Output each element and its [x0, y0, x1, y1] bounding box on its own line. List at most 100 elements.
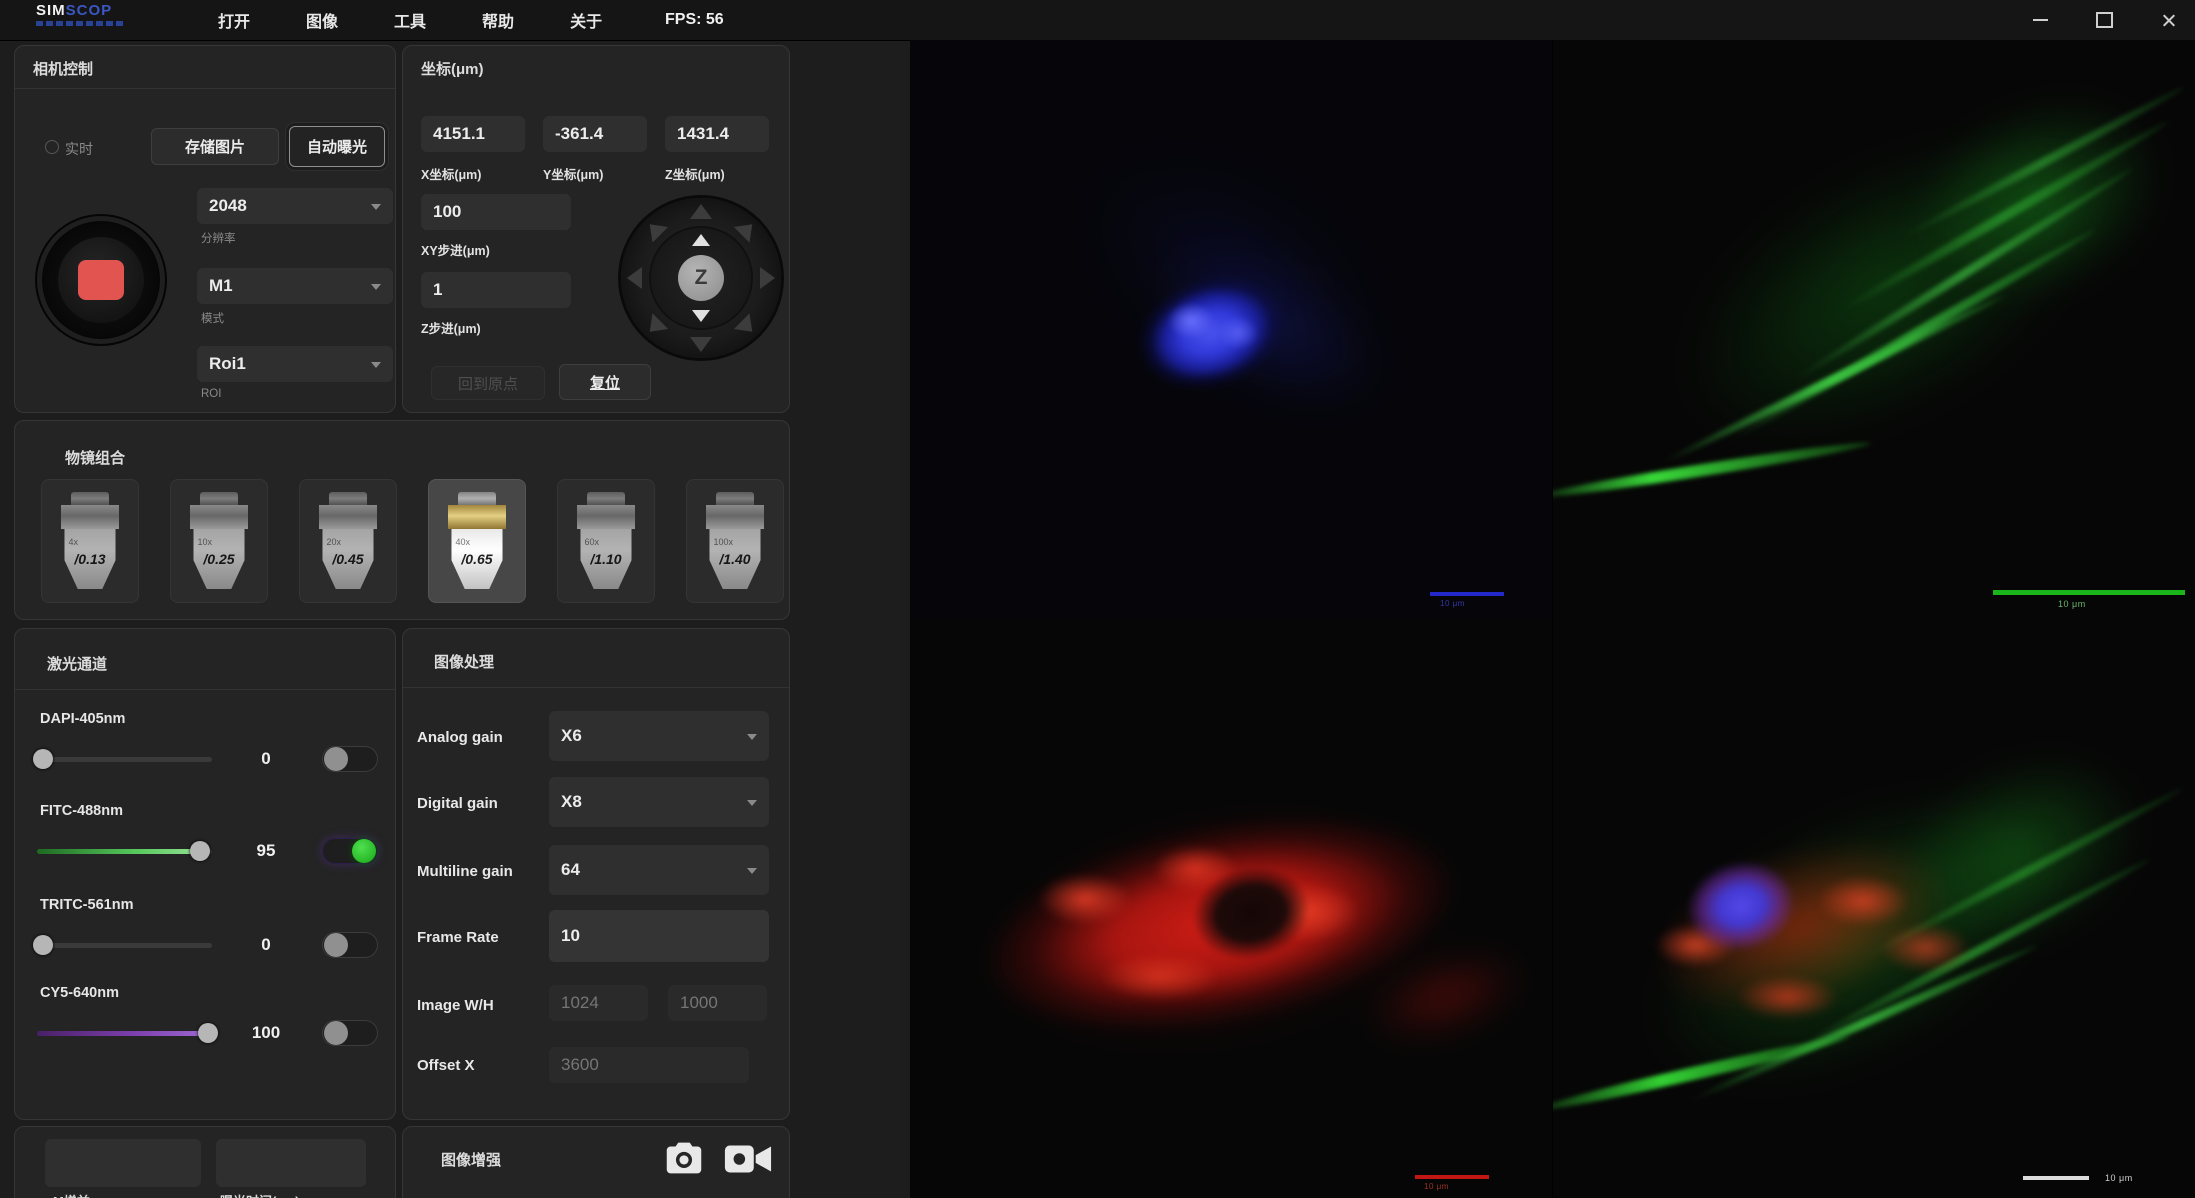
xy-step-label: XY步进(μm): [421, 240, 490, 259]
multiline-gain-dropdown[interactable]: 64: [549, 845, 769, 895]
record-stop-button[interactable]: [37, 216, 165, 344]
fps-indicator: FPS: 56: [665, 0, 724, 40]
objectives-panel: 物镜组合 4x/0.13 10x/0.25 20x/0.45 40x/0.65 …: [14, 420, 790, 620]
logo-text-scop: SCOP: [66, 2, 113, 19]
live-image-viewer: 10 μm 10 μm 10 μm: [910, 40, 2195, 1198]
digital-gain-dropdown[interactable]: X8: [549, 777, 769, 827]
joystick-z-knob[interactable]: Z: [678, 255, 724, 301]
z-down-icon[interactable]: [692, 310, 710, 322]
stage-joystick[interactable]: Z: [621, 198, 781, 358]
offset-x-input[interactable]: 3600: [549, 1047, 749, 1083]
image-height-input[interactable]: 1000: [668, 985, 767, 1021]
roi-dropdown[interactable]: Roi1: [197, 346, 393, 382]
live-radio[interactable]: [45, 140, 59, 154]
stage-panel: 坐标(μm) 4151.1 -361.4 1431.4 X坐标(μm) Y坐标(…: [402, 45, 790, 413]
exposure-time-input[interactable]: [216, 1139, 366, 1187]
joystick-downright-icon[interactable]: [734, 313, 760, 339]
m-gain-input[interactable]: [45, 1139, 201, 1187]
frame-rate-input[interactable]: 10: [549, 910, 769, 962]
toggle-knob: [352, 839, 376, 863]
fitc-scalebar: [1993, 590, 2185, 595]
tritc-slider-thumb[interactable]: [33, 935, 53, 955]
fitc-scalebar-label: 10 μm: [2058, 599, 2086, 609]
joystick-upright-icon[interactable]: [734, 216, 760, 242]
store-image-button[interactable]: 存储图片: [151, 128, 279, 165]
fitc-slider-thumb[interactable]: [190, 841, 210, 861]
auto-exposure-button[interactable]: 自动曝光: [289, 126, 385, 167]
mode-dropdown[interactable]: M1: [197, 268, 393, 304]
resolution-label: 分辨率: [201, 230, 236, 246]
dapi-channel-view: 10 μm: [910, 40, 1552, 619]
camera-icon[interactable]: [661, 1135, 707, 1181]
dapi-slider[interactable]: [37, 757, 212, 762]
app-window: SIMSCOP 打开 图像 工具 帮助 关于 FPS: 56 相机控制 实时 存…: [0, 0, 2195, 1198]
video-camera-icon[interactable]: [723, 1139, 773, 1179]
divider: [15, 689, 395, 690]
tritc-slider[interactable]: [37, 943, 212, 948]
joystick-down-icon[interactable]: [690, 337, 712, 352]
dapi-slider-thumb[interactable]: [33, 749, 53, 769]
tritc-scalebar: [1415, 1175, 1489, 1179]
mito-speckle: [1030, 869, 1140, 929]
maximize-button[interactable]: [2091, 7, 2117, 33]
fitc-toggle[interactable]: [322, 838, 378, 864]
joystick-right-icon[interactable]: [760, 267, 775, 289]
home-button[interactable]: 回到原点: [431, 366, 545, 400]
joystick-up-icon[interactable]: [690, 204, 712, 219]
dapi-scalebar: [1430, 592, 1504, 596]
menu-about[interactable]: 关于: [542, 8, 630, 32]
live-label: 实时: [65, 139, 93, 159]
tritc-channel-label: TRITC-561nm: [40, 897, 133, 913]
joystick-downleft-icon[interactable]: [642, 313, 668, 339]
nucleolus: [1162, 298, 1220, 344]
chevron-down-icon: [747, 734, 757, 740]
xy-step-input[interactable]: 100: [421, 194, 571, 230]
roi-label: ROI: [201, 388, 221, 400]
objective-100x[interactable]: 100x/1.40: [686, 479, 784, 603]
menu-help[interactable]: 帮助: [454, 8, 542, 32]
x-coordinate-label: X坐标(μm): [421, 164, 481, 183]
reset-button[interactable]: 复位: [559, 364, 651, 400]
image-enhance-title: 图像增强: [441, 1149, 501, 1170]
cy5-toggle[interactable]: [322, 1020, 378, 1046]
divider: [403, 687, 789, 688]
maximize-icon: [2096, 12, 2113, 28]
fitc-slider[interactable]: [37, 849, 212, 854]
toggle-knob: [324, 933, 348, 957]
objective-4x[interactable]: 4x/0.13: [41, 479, 139, 603]
menu-open[interactable]: 打开: [190, 8, 278, 32]
joystick-upleft-icon[interactable]: [642, 216, 668, 242]
mito-speckle: [1873, 919, 1978, 977]
analog-gain-dropdown[interactable]: X6: [549, 711, 769, 761]
z-coordinate-value[interactable]: 1431.4: [665, 116, 769, 152]
close-button[interactable]: [2155, 7, 2181, 33]
objective-40x-selected[interactable]: 40x/0.65: [428, 479, 526, 603]
menu-image[interactable]: 图像: [278, 8, 366, 32]
minimize-button[interactable]: [2027, 7, 2053, 33]
objective-20x[interactable]: 20x/0.45: [299, 479, 397, 603]
mito-speckle: [1728, 971, 1848, 1023]
mito-speckle: [1090, 949, 1230, 1004]
y-coordinate-value[interactable]: -361.4: [543, 116, 647, 152]
objective-60x[interactable]: 60x/1.10: [557, 479, 655, 603]
logo-text-sim: SIM: [36, 2, 66, 19]
merged-channel-view: 10 μm: [1553, 619, 2195, 1198]
dapi-toggle[interactable]: [322, 746, 378, 772]
menubar: 打开 图像 工具 帮助 关于: [190, 0, 630, 40]
dapi-scalebar-label: 10 μm: [1440, 599, 1465, 608]
menu-tools[interactable]: 工具: [366, 8, 454, 32]
cy5-slider-thumb[interactable]: [198, 1023, 218, 1043]
cy5-value: 100: [243, 1023, 289, 1043]
cy5-slider[interactable]: [37, 1031, 212, 1036]
joystick-left-icon[interactable]: [627, 267, 642, 289]
tritc-toggle[interactable]: [322, 932, 378, 958]
x-coordinate-value[interactable]: 4151.1: [421, 116, 525, 152]
chevron-down-icon: [371, 284, 381, 290]
objective-10x[interactable]: 10x/0.25: [170, 479, 268, 603]
image-enhance-panel: 图像增强: [402, 1126, 790, 1198]
z-step-input[interactable]: 1: [421, 272, 571, 308]
multiline-gain-label: Multiline gain: [417, 863, 513, 880]
image-width-input[interactable]: 1024: [549, 985, 648, 1021]
resolution-dropdown[interactable]: 2048: [197, 188, 393, 224]
z-up-icon[interactable]: [692, 234, 710, 246]
